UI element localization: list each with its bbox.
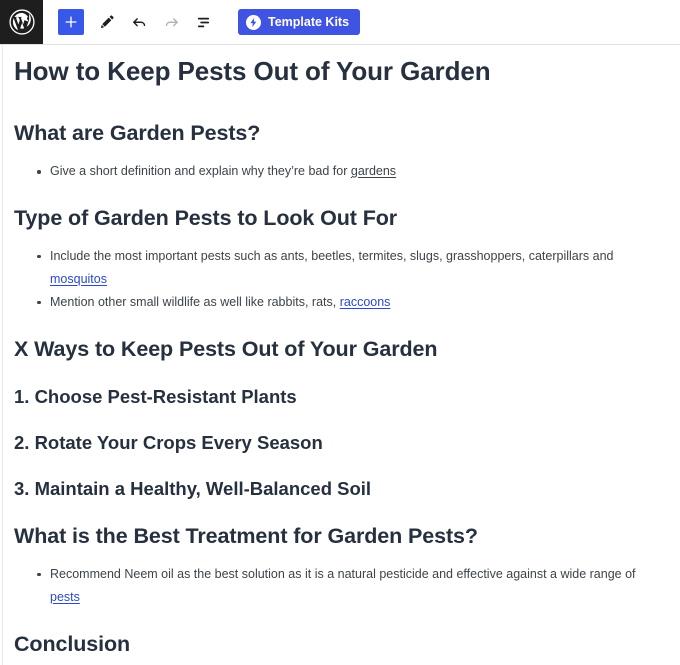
list-item[interactable]: Give a short definition and explain why … <box>37 160 666 183</box>
bullet-list-treatment[interactable]: Recommend Neem oil as the best solution … <box>14 563 666 609</box>
list-view-button[interactable] <box>188 7 218 37</box>
heading-step-2[interactable]: 2. Rotate Your Crops Every Season <box>14 431 666 455</box>
heading-best-treatment[interactable]: What is the Best Treatment for Garden Pe… <box>14 523 666 550</box>
heading-what-are-garden-pests[interactable]: What are Garden Pests? <box>14 120 666 147</box>
undo-icon <box>130 13 149 32</box>
editor-top-toolbar: Template Kits <box>0 0 680 45</box>
lightning-bolt-icon <box>246 14 261 30</box>
bullet-list-pest-types[interactable]: Include the most important pests such as… <box>14 245 666 314</box>
list-item[interactable]: Mention other small wildlife as well lik… <box>37 291 666 314</box>
heading-step-3[interactable]: 3. Maintain a Healthy, Well-Balanced Soi… <box>14 477 666 501</box>
post-content[interactable]: How to Keep Pests Out of Your Garden Wha… <box>0 45 680 665</box>
heading-step-1[interactable]: 1. Choose Pest-Resistant Plants <box>14 385 666 409</box>
template-kits-button[interactable]: Template Kits <box>238 9 361 35</box>
list-item-text: Include the most important pests such as… <box>50 248 614 263</box>
list-item[interactable]: Recommend Neem oil as the best solution … <box>37 563 666 609</box>
edit-tool-button[interactable] <box>92 7 122 37</box>
heading-conclusion[interactable]: Conclusion <box>14 631 666 658</box>
bullet-list-definition[interactable]: Give a short definition and explain why … <box>14 160 666 183</box>
block-inserter-button[interactable] <box>58 9 84 35</box>
inline-link-mosquitos[interactable]: mosquitos <box>50 272 107 286</box>
template-kits-label: Template Kits <box>268 15 350 29</box>
list-item-text: Recommend Neem oil as the best solution … <box>50 566 636 581</box>
wordpress-logo-button[interactable] <box>0 0 43 44</box>
list-item[interactable]: Include the most important pests such as… <box>37 245 666 291</box>
toolbar-tool-group: Template Kits <box>43 7 361 37</box>
heading-x-ways-to-keep-pests-out[interactable]: X Ways to Keep Pests Out of Your Garden <box>14 336 666 363</box>
heading-type-of-garden-pests[interactable]: Type of Garden Pests to Look Out For <box>14 205 666 232</box>
inline-link-pests[interactable]: pests <box>50 590 80 604</box>
wordpress-logo-icon <box>8 9 35 35</box>
plus-icon <box>63 14 79 30</box>
list-item-text: Give a short definition and explain why … <box>50 164 351 179</box>
redo-icon <box>162 13 181 32</box>
editor-canvas[interactable]: How to Keep Pests Out of Your Garden Wha… <box>0 45 680 665</box>
list-view-icon <box>194 13 213 32</box>
inline-link-raccoons[interactable]: raccoons <box>340 295 391 309</box>
redo-button[interactable] <box>156 7 186 37</box>
pencil-icon <box>98 13 116 31</box>
list-item-text: Mention other small wildlife as well lik… <box>50 294 340 309</box>
inline-link-gardens[interactable]: gardens <box>351 164 396 178</box>
post-title[interactable]: How to Keep Pests Out of Your Garden <box>14 45 666 87</box>
undo-button[interactable] <box>124 7 154 37</box>
